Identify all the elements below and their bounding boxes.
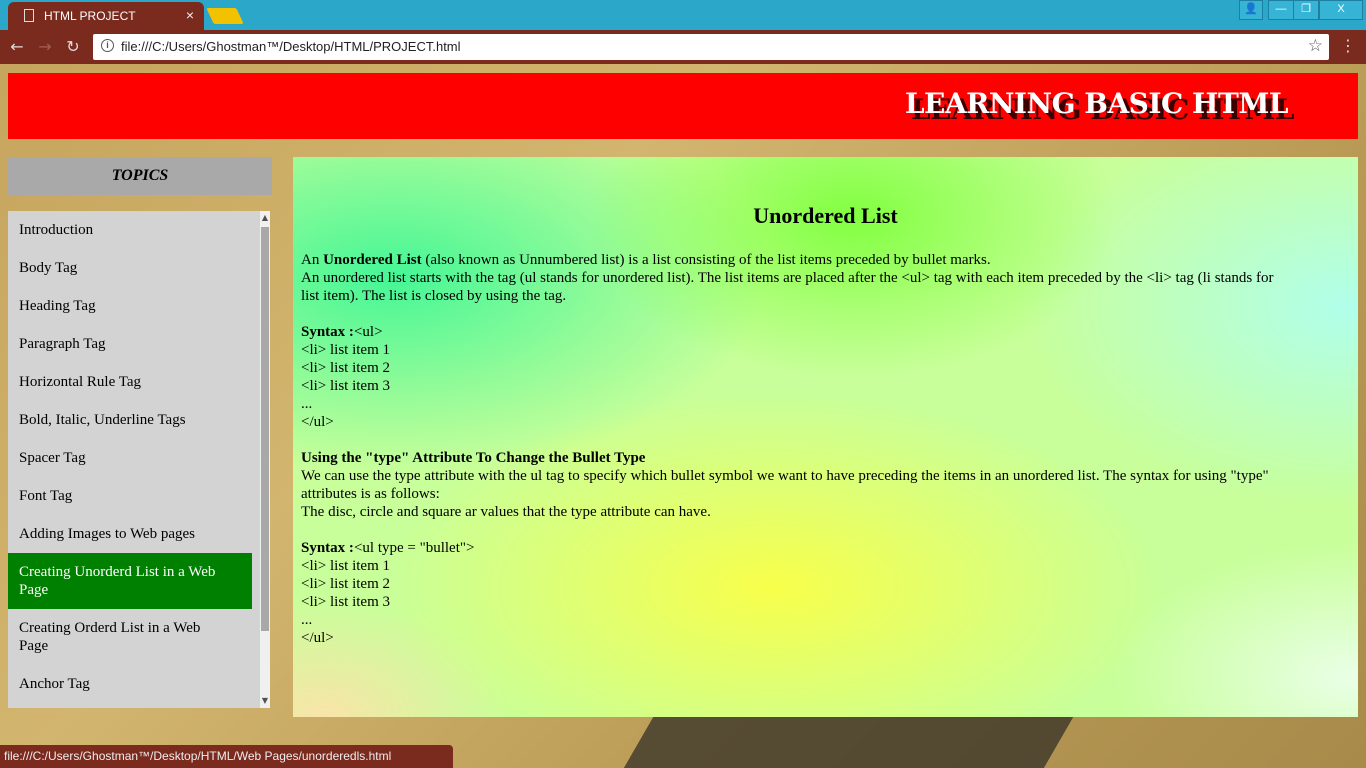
syntax-1-first-line: Syntax :<ul>	[301, 324, 383, 340]
address-bar[interactable]: i file:///C:/Users/Ghostman™/Desktop/HTM…	[93, 34, 1329, 60]
header-title: LEARNING BASIC HTML	[904, 87, 1289, 120]
syntax-1-line: ...	[301, 396, 313, 412]
sidebar-item-spacer-tag[interactable]: Spacer Tag	[8, 449, 252, 467]
syntax-2-line: <li> list item 3	[301, 594, 391, 610]
syntax-2-first-line: Syntax :<ul type = "bullet">	[301, 540, 475, 556]
intro-line-2: An unordered list starts with the tag (u…	[301, 270, 1274, 286]
sidebar-item-heading-tag[interactable]: Heading Tag	[8, 297, 252, 315]
topics-nav-list[interactable]: Introduction Body Tag Heading Tag Paragr…	[8, 211, 270, 708]
sidebar-item-horizontal-rule-tag[interactable]: Horizontal Rule Tag	[8, 373, 252, 391]
type-line-3: The disc, circle and square ar values th…	[301, 504, 711, 520]
intro-line-1: An Unordered List (also known as Unnumbe…	[301, 252, 991, 268]
sidebar-item-introduction[interactable]: Introduction	[8, 221, 252, 239]
syntax-1-line: <li> list item 1	[301, 342, 391, 358]
close-window-button[interactable]: X	[1319, 0, 1363, 20]
scroll-down-icon[interactable]: ▼	[260, 694, 270, 708]
browser-tab[interactable]: HTML PROJECT ×	[8, 2, 204, 30]
new-tab-button[interactable]	[206, 8, 244, 24]
site-header: LEARNING BASIC HTML LEARNING BASIC HTML	[8, 73, 1358, 139]
restore-button[interactable]: ❐	[1293, 0, 1319, 20]
topics-heading: TOPICS	[8, 157, 272, 195]
nav-scrollbar[interactable]: ▲ ▼	[260, 211, 270, 708]
tab-title: HTML PROJECT	[44, 9, 136, 23]
browser-title-bar: HTML PROJECT × 👤 — ❐ X	[0, 0, 1366, 30]
scrollbar-thumb[interactable]	[261, 227, 269, 631]
sidebar-item-bold-italic-underline[interactable]: Bold, Italic, Underline Tags	[8, 411, 252, 429]
background-book-image	[623, 712, 1077, 768]
intro-line-3: list item). The list is closed by using …	[301, 288, 567, 304]
info-icon[interactable]: i	[101, 39, 114, 52]
type-line-1: We can use the type attribute with the u…	[301, 468, 1269, 484]
browser-toolbar: ← → ↻ i file:///C:/Users/Ghostman™/Deskt…	[0, 30, 1366, 64]
syntax-2-line: </ul>	[301, 630, 334, 646]
sidebar-item-font-tag[interactable]: Font Tag	[8, 487, 252, 505]
type-attribute-heading: Using the "type" Attribute To Change the…	[301, 450, 646, 466]
syntax-2-line: <li> list item 2	[301, 576, 391, 592]
content-panel: Unordered List An Unordered List (also k…	[293, 157, 1358, 717]
tab-close-icon[interactable]: ×	[186, 7, 194, 23]
syntax-2-line: <li> list item 1	[301, 558, 391, 574]
sidebar-item-body-tag[interactable]: Body Tag	[8, 259, 252, 277]
browser-menu-icon[interactable]: ⋮	[1340, 36, 1356, 55]
page-background: LEARNING BASIC HTML LEARNING BASIC HTML …	[0, 64, 1366, 768]
page-icon	[24, 9, 34, 22]
syntax-1-line: <li> list item 2	[301, 360, 391, 376]
back-arrow-icon[interactable]: ←	[6, 36, 28, 58]
sidebar-item-adding-images[interactable]: Adding Images to Web pages	[8, 525, 252, 543]
content-heading: Unordered List	[753, 203, 898, 228]
syntax-1-line: <li> list item 3	[301, 378, 391, 394]
status-bar-url: file:///C:/Users/Ghostman™/Desktop/HTML/…	[0, 745, 453, 768]
sidebar-item-paragraph-tag[interactable]: Paragraph Tag	[8, 335, 252, 353]
reload-icon[interactable]: ↻	[62, 36, 84, 58]
syntax-1-line: </ul>	[301, 414, 334, 430]
sidebar-item-ordered-list[interactable]: Creating Orderd List in a Web Page	[8, 619, 252, 655]
scroll-up-icon[interactable]: ▲	[260, 211, 270, 225]
address-url[interactable]: file:///C:/Users/Ghostman™/Desktop/HTML/…	[121, 39, 461, 54]
minimize-button[interactable]: —	[1268, 0, 1294, 20]
sidebar-item-anchor-tag[interactable]: Anchor Tag	[8, 675, 252, 693]
forward-arrow-icon[interactable]: →	[34, 36, 56, 58]
syntax-2-line: ...	[301, 612, 313, 628]
bookmark-star-icon[interactable]: ☆	[1308, 36, 1323, 56]
sidebar-item-unordered-list[interactable]: Creating Unorderd List in a Web Page	[8, 553, 252, 609]
type-line-2: attributes is as follows:	[301, 486, 440, 502]
user-icon[interactable]: 👤	[1239, 0, 1263, 20]
